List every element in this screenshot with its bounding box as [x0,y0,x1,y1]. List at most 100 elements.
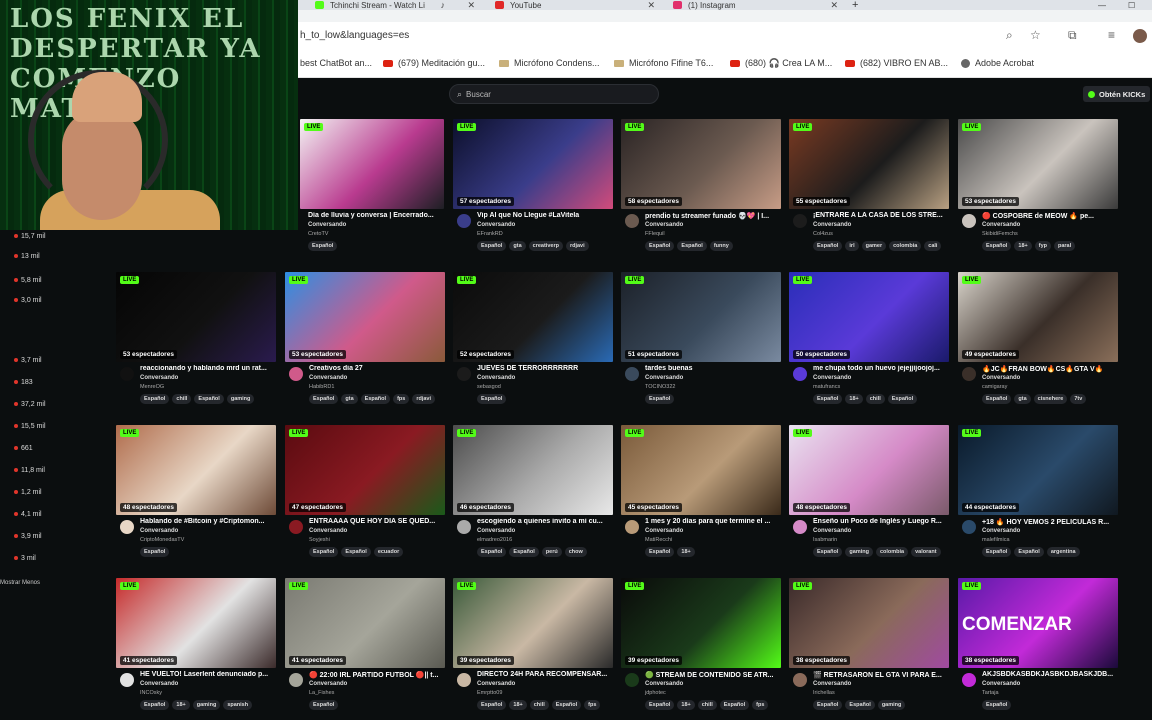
stream-tag[interactable]: Español [887,394,918,404]
stream-thumbnail[interactable]: LIVE 57 espectadores [453,119,613,209]
stream-tag[interactable]: creativerp [528,241,563,251]
stream-thumbnail[interactable]: LIVE 46 espectadores [453,425,613,515]
channel-name[interactable]: malefilmica [982,537,1010,543]
stream-tag[interactable]: Español [477,547,507,557]
channel-avatar[interactable] [625,673,639,687]
channel-name[interactable]: jdphotec [645,690,666,696]
stream-thumbnail[interactable]: LIVE 53 espectadores [958,119,1118,209]
stream-tag[interactable]: Español [845,700,875,710]
stream-tag[interactable]: Español [982,394,1012,404]
stream-category[interactable]: Conversando [982,681,1020,687]
stream-thumbnail[interactable]: LIVE 38 espectadores [789,578,949,668]
bookmark-item[interactable]: (682) VIBRO EN AB... [845,58,948,68]
tab-audio-icon[interactable]: ♪ [441,0,446,10]
bookmark-item[interactable]: Micrófono Condens... [499,58,600,68]
channel-avatar[interactable] [120,673,134,687]
url-text[interactable]: h_to_low&languages=es [300,30,409,41]
stream-category[interactable]: Conversando [140,528,178,534]
stream-tag[interactable]: Español [645,700,675,710]
stream-tag[interactable]: Español [982,700,1012,710]
stream-tag[interactable]: Español [813,241,843,251]
sidebar-channel-viewers[interactable]: 3,9 mil [14,530,42,542]
stream-tag[interactable]: ecuador [373,547,404,557]
sidebar-channel-viewers[interactable]: 3,7 mil [14,354,42,366]
bookmark-star-icon[interactable]: ☆ [1030,28,1041,42]
stream-category[interactable]: Conversando [309,375,347,381]
stream-category[interactable]: Conversando [982,528,1020,534]
stream-category[interactable]: Conversando [140,681,178,687]
stream-tag[interactable]: chill [172,394,192,404]
stream-category[interactable]: Conversando [477,222,515,228]
stream-category[interactable]: Conversando [982,222,1020,228]
sidebar-channel-viewers[interactable]: 5,8 mil [14,274,42,286]
stream-title[interactable]: 🔴 22:00 IRL PARTIDO FUTBOL 🔴|| t... [309,671,447,679]
media-icon[interactable]: ≡ [1108,28,1115,42]
channel-name[interactable]: MatiRecchi [645,537,672,543]
search-box[interactable]: ⌕ [449,84,659,104]
stream-tag[interactable]: 18+ [172,700,190,710]
stream-tag[interactable]: Español [309,547,339,557]
channel-avatar[interactable] [962,214,976,228]
stream-thumbnail[interactable]: LIVE 52 espectadores [453,272,613,362]
stream-tag[interactable]: cisnehere [1033,394,1068,404]
channel-avatar[interactable] [625,367,639,381]
stream-category[interactable]: Conversando [813,681,851,687]
stream-title[interactable]: 🔥JC🔥FRAN BOW🔥CS🔥GTA V🔥 [982,365,1120,373]
stream-tag[interactable]: Español [982,241,1012,251]
stream-tag[interactable]: chill [529,700,549,710]
stream-thumbnail[interactable]: LIVE 41 espectadores [285,578,445,668]
search-input[interactable] [466,89,647,99]
browser-tab[interactable]: YouTube ✕ [495,0,655,10]
stream-category[interactable]: Conversando [645,375,683,381]
stream-tag[interactable]: fps [752,700,769,710]
stream-category[interactable]: Conversando [477,528,515,534]
stream-title[interactable]: me chupa todo un huevo jejejjijoojoj... [813,365,951,372]
stream-category[interactable]: Conversando [645,222,683,228]
bookmark-item[interactable]: best ChatBot an... [300,58,372,68]
channel-name[interactable]: TOCINO322 [645,384,675,390]
stream-thumbnail[interactable]: LIVE 41 espectadores [116,578,276,668]
stream-tag[interactable]: gta [341,394,358,404]
channel-avatar[interactable] [457,520,471,534]
channel-name[interactable]: INCOsky [140,690,162,696]
profile-avatar[interactable] [1133,29,1147,43]
minimize-icon[interactable]: — [1098,0,1106,10]
stream-tag[interactable]: 18+ [509,700,527,710]
stream-thumbnail[interactable]: LIVE 50 espectadores [789,272,949,362]
stream-tag[interactable]: perú [541,547,562,557]
stream-tag[interactable]: gaming [877,700,906,710]
stream-category[interactable]: Conversando [308,222,346,228]
channel-name[interactable]: SkibidiFemchs [982,231,1018,237]
channel-name[interactable]: Irichellas [813,690,835,696]
channel-name[interactable]: La_Fishes [309,690,334,696]
stream-tag[interactable]: Español [477,700,507,710]
stream-title[interactable]: 🎬 RETRASARON EL GTA VI PARA E... [813,671,951,679]
stream-tag[interactable]: Español [719,700,750,710]
stream-category[interactable]: Conversando [477,681,515,687]
channel-name[interactable]: matufrancs [813,384,840,390]
stream-title[interactable]: 🟢 STREAM DE CONTENIDO SE ATR... [645,671,783,679]
stream-title[interactable]: 🔴 COSPOBRE de MEOW 🔥 pe... [982,212,1120,220]
stream-tag[interactable]: Español [813,547,843,557]
channel-avatar[interactable] [793,214,807,228]
stream-tag[interactable]: chow [564,547,587,557]
channel-name[interactable]: CretoTV [308,231,328,237]
stream-tag[interactable]: rdjavi [412,394,435,404]
stream-tag[interactable]: 18+ [677,700,695,710]
channel-name[interactable]: Tartaja [982,690,999,696]
stream-tag[interactable]: 18+ [1014,241,1032,251]
stream-category[interactable]: Conversando [645,681,683,687]
stream-tag[interactable]: Español [509,547,539,557]
stream-category[interactable]: Conversando [982,375,1020,381]
channel-name[interactable]: camigaray [982,384,1007,390]
stream-tag[interactable]: gamer [861,241,887,251]
stream-tag[interactable]: gta [509,241,526,251]
stream-tag[interactable]: spanish [223,700,253,710]
channel-avatar[interactable] [120,367,134,381]
stream-category[interactable]: Conversando [309,528,347,534]
maximize-icon[interactable]: ☐ [1128,0,1135,10]
sidebar-channel-viewers[interactable]: 4,1 mil [14,508,42,520]
stream-title[interactable]: Enseño un Poco de Inglés y Luego R... [813,518,951,525]
get-kicks-button[interactable]: Obtén KICKs [1083,86,1151,102]
channel-avatar[interactable] [962,520,976,534]
